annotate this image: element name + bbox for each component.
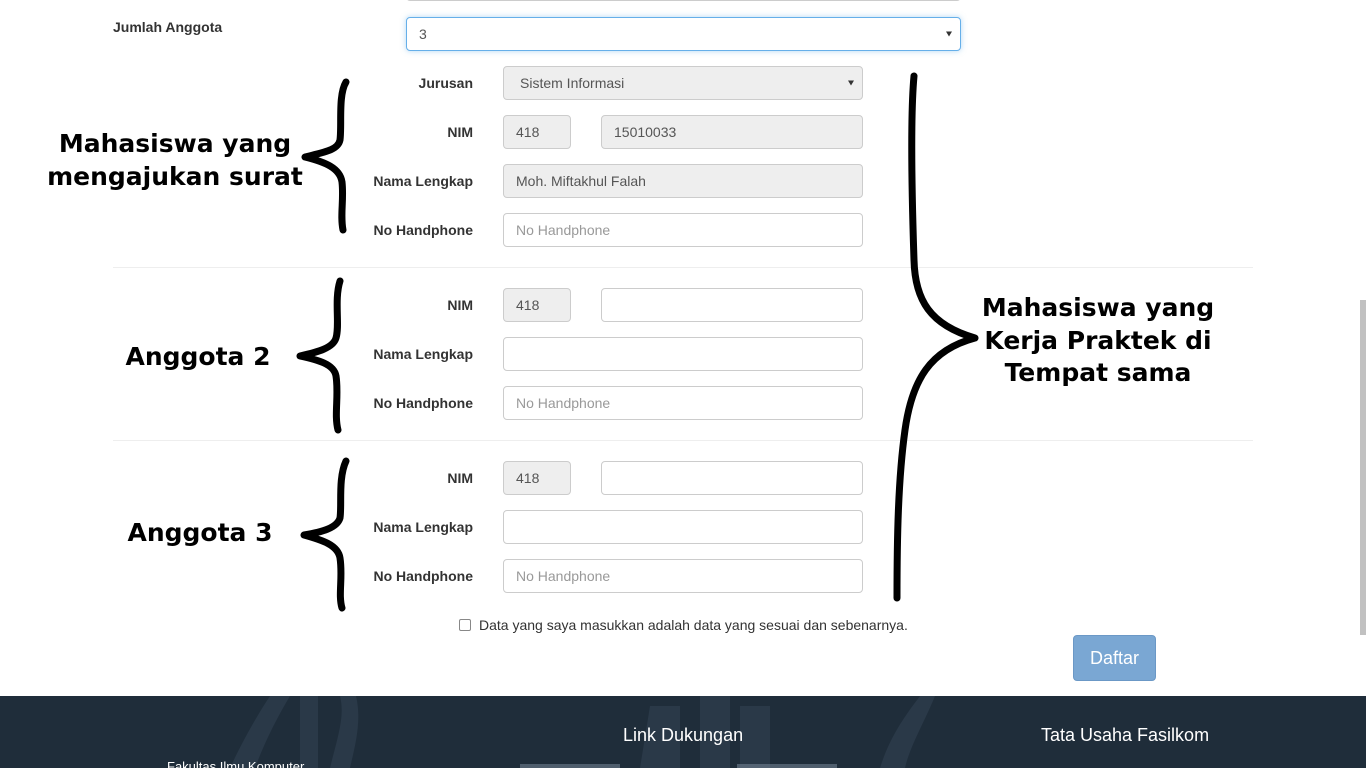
brace-applicant (301, 78, 350, 234)
brace-right (893, 72, 979, 602)
footer-faculty-text: Fakultas Ilmu Komputer (167, 759, 305, 768)
scrollbar-thumb[interactable] (1360, 300, 1366, 635)
annotation-applicant-line1: Mahasiswa yang (58, 129, 292, 158)
brace-anggota3 (300, 457, 350, 612)
annotation-right-line2: Kerja Praktek di (984, 325, 1212, 355)
footer-link-dukungan-title: Link Dukungan (623, 725, 744, 745)
annotation-anggota3: Anggota 3 (127, 518, 273, 547)
brace-anggota2 (296, 277, 344, 434)
annotation-anggota2: Anggota 2 (125, 342, 271, 371)
annotation-right: Mahasiswa yang Kerja Praktek di Tempat s… (968, 292, 1228, 390)
footer-link-partial[interactable] (737, 764, 837, 768)
annotation-applicant-line2: mengajukan surat (47, 161, 303, 191)
annotation-right-line1: Mahasiswa yang (981, 293, 1215, 322)
footer-link-partial[interactable] (520, 764, 620, 768)
footer-tata-usaha-title: Tata Usaha Fasilkom (1041, 725, 1210, 745)
annotation-applicant: Mahasiswa yang mengajukan surat (40, 128, 310, 193)
annotation-right-line3: Tempat sama (1004, 358, 1192, 387)
footer: Fakultas Ilmu Komputer Link Dukungan Tat… (0, 696, 1366, 768)
